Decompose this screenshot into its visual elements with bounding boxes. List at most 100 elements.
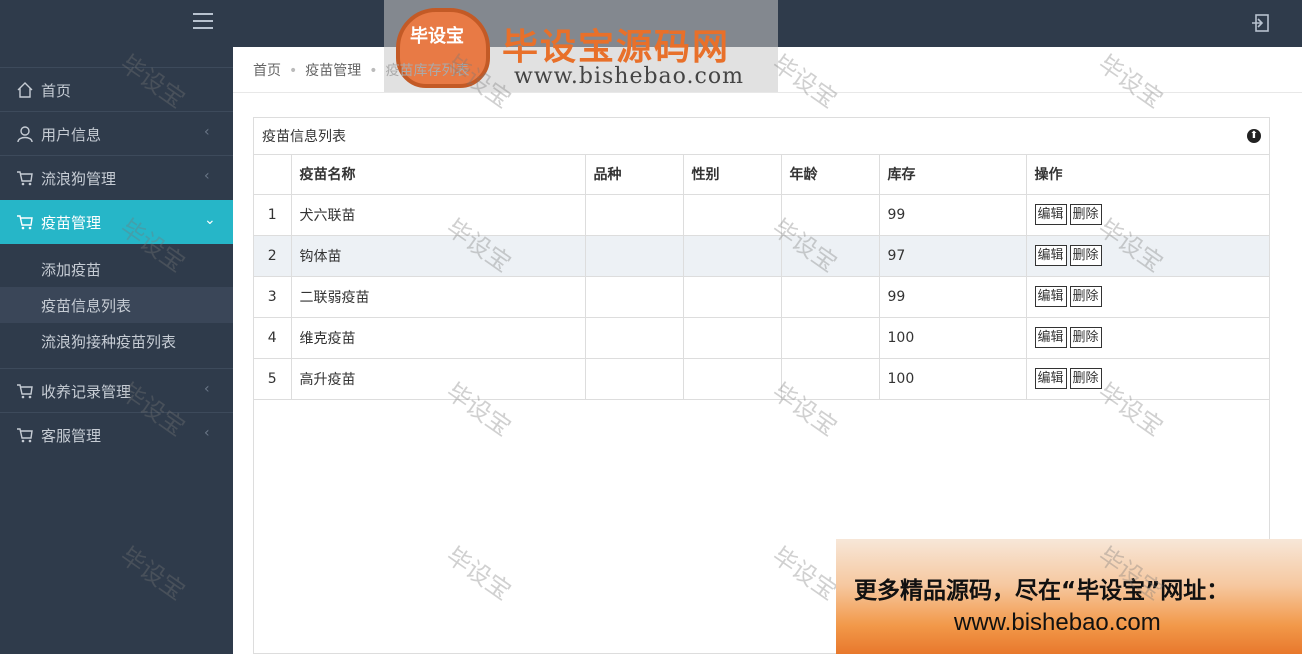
row-index: 3: [254, 276, 292, 318]
stock-cell: 100: [879, 317, 1027, 359]
column-header-breed: 品种: [585, 155, 684, 195]
cart-icon: [17, 384, 33, 399]
sidebar-item-label: 用户信息: [41, 126, 102, 144]
sidebar-item-label: 收养记录管理: [41, 383, 132, 401]
table-row: 4 维克疫苗 100 编辑 删除: [254, 317, 1269, 359]
sidebar-item-adoption-records[interactable]: 收养记录管理 ‹: [0, 368, 233, 412]
column-header-age: 年龄: [781, 155, 880, 195]
logo-title: 毕设宝源码网: [502, 27, 731, 68]
breed-cell: [585, 317, 684, 359]
stock-cell: 100: [879, 358, 1027, 400]
sidebar-item-customer-service[interactable]: 客服管理 ‹: [0, 412, 233, 456]
sidebar-item-home[interactable]: 首页: [0, 67, 233, 111]
edit-button[interactable]: 编辑: [1034, 245, 1067, 266]
subnav-dog-vaccination-list[interactable]: 流浪狗接种疫苗列表: [0, 323, 233, 359]
delete-button[interactable]: 删除: [1069, 245, 1102, 266]
breadcrumb-separator: •: [369, 63, 378, 79]
vaccine-name: 高升疫苗: [291, 358, 586, 400]
age-cell: [781, 235, 880, 277]
actions-cell: 编辑 删除: [1026, 317, 1269, 359]
breadcrumb: 首页 • 疫苗管理 • 疫苗库存列表: [253, 60, 470, 80]
subnav-label: 添加疫苗: [41, 261, 102, 279]
column-header-gender: 性别: [683, 155, 782, 195]
chevron-down-icon: ⌄: [204, 212, 216, 228]
user-icon: [17, 126, 33, 143]
chevron-left-icon: ‹: [204, 124, 210, 140]
row-index: 5: [254, 358, 292, 400]
actions-cell: 编辑 删除: [1026, 358, 1269, 400]
collapse-up-icon[interactable]: ⬆: [1247, 129, 1261, 143]
delete-button[interactable]: 删除: [1069, 204, 1102, 225]
breadcrumb-home[interactable]: 首页: [253, 63, 281, 79]
age-cell: [781, 194, 880, 236]
watermark-text: 毕设宝: [767, 49, 843, 114]
logout-icon[interactable]: [1250, 12, 1272, 34]
sidebar-item-label: 疫苗管理: [41, 214, 102, 232]
chevron-left-icon: ‹: [204, 425, 210, 441]
edit-button[interactable]: 编辑: [1034, 286, 1067, 307]
divider: [233, 92, 1302, 93]
cart-icon: [17, 215, 33, 230]
column-header-name: 疫苗名称: [291, 155, 586, 195]
age-cell: [781, 358, 880, 400]
sidebar-item-label: 客服管理: [41, 427, 102, 445]
stock-cell: 99: [879, 194, 1027, 236]
promo-text: 更多精品源码，尽在“毕设宝”网址：: [854, 578, 1230, 604]
actions-cell: 编辑 删除: [1026, 194, 1269, 236]
panel-header: 疫苗信息列表 ⬆: [254, 118, 1269, 155]
sidebar-item-label: 首页: [41, 82, 72, 100]
table-row: 2 钩体苗 97 编辑 删除: [254, 235, 1269, 277]
vaccine-name: 钩体苗: [291, 235, 586, 277]
row-index: 4: [254, 317, 292, 359]
column-header-actions: 操作: [1026, 155, 1269, 195]
vaccine-name: 维克疫苗: [291, 317, 586, 359]
actions-cell: 编辑 删除: [1026, 276, 1269, 318]
delete-button[interactable]: 删除: [1069, 368, 1102, 389]
gender-cell: [683, 235, 782, 277]
edit-button[interactable]: 编辑: [1034, 368, 1067, 389]
subnav-label: 疫苗信息列表: [41, 297, 132, 315]
menu-toggle-icon[interactable]: [193, 13, 213, 31]
breed-cell: [585, 194, 684, 236]
delete-button[interactable]: 删除: [1069, 327, 1102, 348]
cart-icon: [17, 171, 33, 186]
sidebar-item-vaccines[interactable]: 疫苗管理 ⌄: [0, 200, 233, 244]
chevron-left-icon: ‹: [204, 168, 210, 184]
gender-cell: [683, 358, 782, 400]
breed-cell: [585, 235, 684, 277]
sidebar-item-users[interactable]: 用户信息 ‹: [0, 111, 233, 155]
subnav-vaccine-list[interactable]: 疫苗信息列表: [0, 287, 233, 323]
gender-cell: [683, 276, 782, 318]
gender-cell: [683, 194, 782, 236]
vaccine-name: 二联弱疫苗: [291, 276, 586, 318]
home-icon: [17, 82, 33, 98]
age-cell: [781, 276, 880, 318]
delete-button[interactable]: 删除: [1069, 286, 1102, 307]
edit-button[interactable]: 编辑: [1034, 204, 1067, 225]
subnav-add-vaccine[interactable]: 添加疫苗: [0, 251, 233, 287]
actions-cell: 编辑 删除: [1026, 235, 1269, 277]
logo-badge-text: 毕设宝: [410, 26, 464, 47]
sidebar-item-label: 流浪狗管理: [41, 170, 117, 188]
chevron-left-icon: ‹: [204, 381, 210, 397]
column-header-stock: 库存: [879, 155, 1027, 195]
sidebar-item-stray-dogs[interactable]: 流浪狗管理 ‹: [0, 155, 233, 199]
promo-url: www.bishebao.com: [954, 609, 1161, 636]
column-header-index: [254, 155, 292, 195]
row-index: 2: [254, 235, 292, 277]
table-row: 1 犬六联苗 99 编辑 删除: [254, 194, 1269, 236]
gender-cell: [683, 317, 782, 359]
breadcrumb-current: 疫苗库存列表: [385, 63, 470, 79]
table-header-row: 疫苗名称 品种 性别 年龄 库存 操作: [254, 155, 1269, 195]
breadcrumb-section[interactable]: 疫苗管理: [305, 63, 361, 79]
edit-button[interactable]: 编辑: [1034, 327, 1067, 348]
stock-cell: 97: [879, 235, 1027, 277]
sidebar: 首页 用户信息 ‹ 流浪狗管理 ‹ 疫苗管理 ⌄ 添加疫苗 疫苗信息列表 流浪狗…: [0, 47, 233, 654]
table-row: 3 二联弱疫苗 99 编辑 删除: [254, 276, 1269, 318]
promo-banner: 更多精品源码，尽在“毕设宝”网址： www.bishebao.com: [836, 539, 1302, 654]
breed-cell: [585, 358, 684, 400]
age-cell: [781, 317, 880, 359]
vaccine-table: 疫苗名称 品种 性别 年龄 库存 操作 1 犬六联苗 99 编辑 删除 2 钩体苗: [254, 155, 1269, 400]
table-row: 5 高升疫苗 100 编辑 删除: [254, 358, 1269, 400]
watermark-text: 毕设宝: [1093, 49, 1169, 114]
